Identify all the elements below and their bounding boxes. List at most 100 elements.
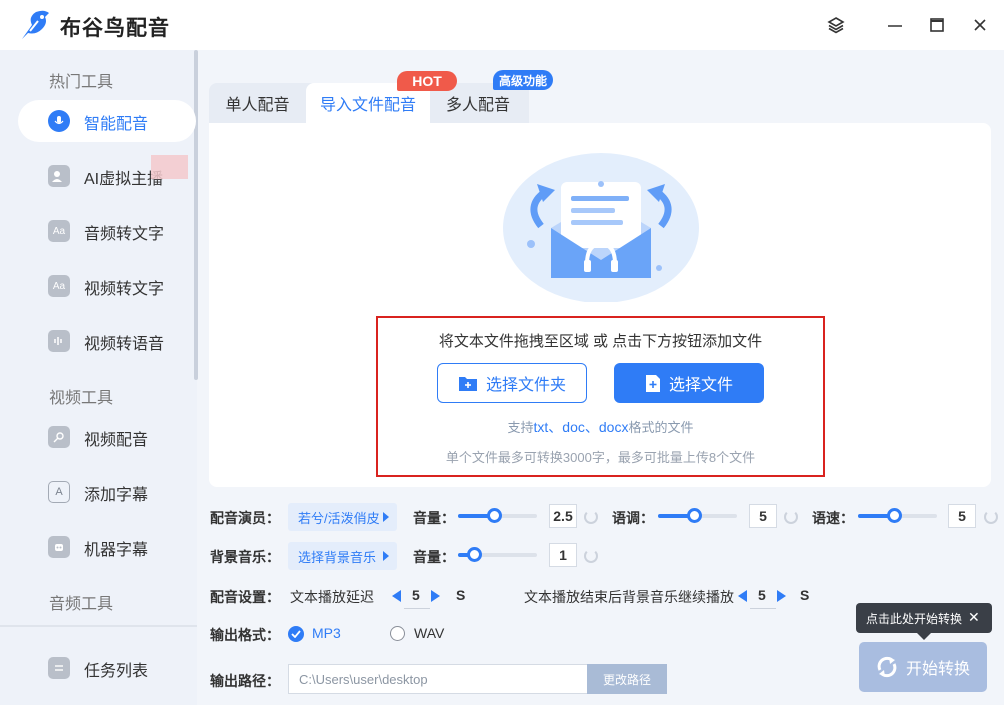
slider-knob[interactable] bbox=[466, 547, 482, 562]
sidebar-item-label: 机器字幕 bbox=[84, 542, 149, 559]
sidebar-item-smart-dubbing[interactable]: 智能配音 bbox=[18, 100, 196, 142]
hot-badge: HOT bbox=[397, 71, 457, 91]
video-text-icon: Aa bbox=[48, 275, 70, 297]
slider-knob[interactable] bbox=[686, 508, 702, 523]
pitch-slider[interactable] bbox=[658, 508, 737, 523]
aa-text-icon: Aa bbox=[48, 220, 70, 242]
maximize-icon bbox=[930, 18, 944, 32]
format-wav-radio[interactable] bbox=[390, 626, 405, 641]
bgm-volume-reset-icon[interactable] bbox=[584, 549, 598, 563]
delay-decrease-icon[interactable] bbox=[392, 590, 401, 602]
format-mp3-label[interactable]: MP3 bbox=[312, 625, 341, 641]
section-video-tools: 视频工具 bbox=[49, 390, 114, 407]
delay-underline bbox=[404, 608, 430, 609]
speed-label: 语速： bbox=[812, 510, 854, 526]
avatar-icon bbox=[48, 165, 70, 187]
delay-increase-icon[interactable] bbox=[431, 590, 440, 602]
advanced-feature-badge: 高级功能 bbox=[493, 70, 553, 90]
volume-slider[interactable] bbox=[458, 508, 537, 523]
check-icon bbox=[291, 630, 301, 638]
close-icon[interactable]: ✕ bbox=[968, 609, 980, 626]
cuckoo-logo-icon bbox=[22, 10, 49, 39]
volume-label: 音量： bbox=[413, 510, 455, 526]
slider-knob[interactable] bbox=[486, 508, 502, 523]
bgm-value: 选择背景音乐 bbox=[298, 549, 377, 565]
sidebar-item-video-to-text[interactable]: Aa 视频转文字 bbox=[18, 265, 196, 307]
volume-value[interactable]: 2.5 bbox=[549, 504, 577, 528]
bgm-volume-slider[interactable] bbox=[458, 547, 537, 562]
robot-icon bbox=[48, 536, 70, 558]
delay-label: 文本播放延迟 bbox=[290, 589, 374, 605]
tooltip-text: 点击此处开始转换 bbox=[866, 611, 963, 626]
expand-arrow-icon bbox=[383, 551, 389, 561]
video-audio-icon bbox=[48, 330, 70, 352]
speed-reset-icon[interactable] bbox=[984, 510, 998, 524]
close-button[interactable] bbox=[969, 14, 991, 36]
task-list-label: 任务列表 bbox=[84, 663, 149, 680]
voice-actor-label: 配音演员： bbox=[210, 510, 280, 526]
bgm-volume-value[interactable]: 1 bbox=[549, 543, 577, 567]
delay-value: 5 bbox=[412, 587, 420, 603]
voice-actor-value: 若兮/活泼俏皮 bbox=[298, 510, 380, 526]
continue-value: 5 bbox=[758, 587, 766, 603]
sidebar-scrollbar[interactable] bbox=[194, 50, 198, 380]
slider-knob[interactable] bbox=[886, 508, 902, 523]
start-convert-label: 开始转换 bbox=[905, 661, 970, 678]
minimize-icon bbox=[888, 25, 902, 27]
pitch-label: 语调： bbox=[612, 510, 654, 526]
voice-actor-select[interactable]: 若兮/活泼俏皮 bbox=[288, 503, 397, 531]
supported-formats-text: 支持txt、doc、docx格式的文件 bbox=[376, 417, 825, 437]
continue-underline bbox=[750, 608, 776, 609]
format-label: 输出格式： bbox=[210, 627, 280, 643]
microphone-icon bbox=[48, 110, 70, 132]
path-label: 输出路径： bbox=[210, 673, 280, 689]
format-wav-label[interactable]: WAV bbox=[414, 625, 444, 641]
pitch-value[interactable]: 5 bbox=[749, 504, 777, 528]
start-convert-button[interactable]: 开始转换 bbox=[859, 642, 987, 692]
upload-limit-text: 单个文件最多可转换3000字，最多可批量上传8个文件 bbox=[445, 450, 756, 465]
drop-hint-text: 将文本文件拖拽至区域 或 点击下方按钮添加文件 bbox=[438, 333, 763, 350]
sidebar-item-machine-subtitle[interactable]: 机器字幕 bbox=[18, 526, 196, 568]
sidebar-item-video-to-audio[interactable]: 视频转语音 bbox=[18, 320, 196, 362]
sidebar-item-task-list[interactable]: 任务列表 bbox=[18, 647, 196, 689]
select-folder-button[interactable]: 选择文件夹 bbox=[437, 363, 587, 403]
bgm-select[interactable]: 选择背景音乐 bbox=[288, 542, 397, 570]
support-prefix: 支持 bbox=[507, 420, 534, 435]
email-upload-illustration bbox=[503, 153, 699, 302]
maximize-button[interactable] bbox=[926, 14, 948, 36]
bgm-label: 背景音乐： bbox=[210, 549, 280, 565]
convert-icon bbox=[877, 656, 897, 678]
layers-icon[interactable] bbox=[825, 14, 847, 36]
pitch-reset-icon[interactable] bbox=[784, 510, 798, 524]
sidebar-item-label: 视频转文字 bbox=[84, 281, 165, 298]
tooltip-arrow bbox=[917, 633, 931, 640]
redacted-overlay bbox=[151, 155, 188, 179]
format-mp3-radio[interactable] bbox=[288, 626, 304, 642]
select-folder-label: 选择文件夹 bbox=[485, 377, 566, 394]
section-audio-tools: 音频工具 bbox=[49, 596, 114, 613]
minimize-button[interactable] bbox=[884, 14, 906, 36]
support-formats: txt、doc、docx bbox=[533, 419, 629, 435]
speed-slider[interactable] bbox=[858, 508, 937, 523]
section-hot-tools: 热门工具 bbox=[49, 74, 114, 91]
volume-reset-icon[interactable] bbox=[584, 510, 598, 524]
sidebar-item-audio-to-text[interactable]: Aa 音频转文字 bbox=[18, 210, 196, 252]
change-path-button[interactable]: 更改路径 bbox=[587, 664, 667, 694]
sidebar-item-label: 添加字幕 bbox=[84, 487, 149, 504]
file-plus-icon bbox=[645, 374, 660, 392]
continue-increase-icon[interactable] bbox=[777, 590, 786, 602]
sidebar-item-add-subtitle[interactable]: A 添加字幕 bbox=[18, 471, 196, 513]
sidebar-item-label: 智能配音 bbox=[84, 116, 149, 133]
speed-value[interactable]: 5 bbox=[948, 504, 976, 528]
sidebar-item-video-dubbing[interactable]: 视频配音 bbox=[18, 416, 196, 458]
tab-single-dubbing[interactable]: 单人配音 bbox=[209, 83, 306, 123]
sidebar-item-label: 音频转文字 bbox=[84, 226, 165, 243]
sidebar-divider bbox=[0, 625, 197, 627]
video-voice-icon bbox=[48, 426, 70, 448]
support-suffix: 格式的文件 bbox=[628, 420, 694, 435]
select-file-label: 选择文件 bbox=[668, 377, 733, 394]
delay-unit: S bbox=[456, 587, 466, 603]
output-path-input[interactable]: C:\Users\user\desktop bbox=[288, 664, 588, 694]
continue-decrease-icon[interactable] bbox=[738, 590, 747, 602]
select-file-button[interactable]: 选择文件 bbox=[614, 363, 764, 403]
